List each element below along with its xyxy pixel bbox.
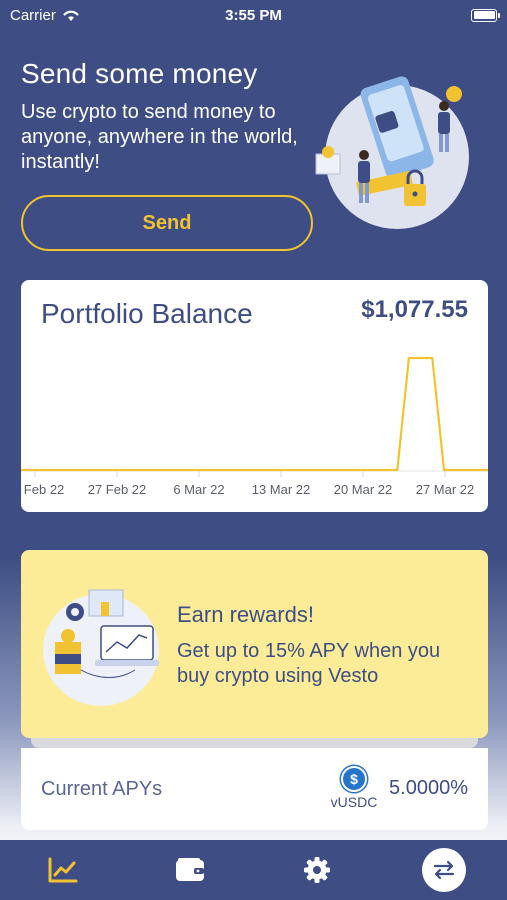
swap-button[interactable] (421, 848, 466, 892)
apy-row[interactable]: Current APYs $ vUSDC 5.0000% (21, 748, 488, 830)
send-button[interactable]: Send (21, 195, 313, 251)
apy-value: 5.0000% (389, 777, 468, 799)
tab-settings[interactable] (287, 845, 347, 895)
x-tick-label: 13 Mar 22 (252, 482, 311, 497)
coin-badge: $ vUSDC (329, 766, 379, 810)
tab-wallet[interactable] (160, 845, 220, 895)
x-tick-label: 6 Mar 22 (173, 482, 224, 497)
chart-icon (48, 857, 78, 883)
portfolio-balance: $1,077.55 (361, 296, 468, 323)
portfolio-chart: 20 Feb 22 27 Feb 22 6 Mar 22 13 Mar 22 20 Ma… (21, 356, 488, 497)
rewards-subtitle: Get up to 15% APY when you buy crypto us… (177, 640, 441, 687)
x-tick-label: 20 Mar 22 (334, 482, 393, 497)
x-tick-label: 27 Mar 22 (416, 482, 475, 497)
apy-label: Current APYs (41, 778, 163, 800)
rewards-section: Earn rewards! Get up to 15% APY when you… (21, 550, 488, 830)
coin-name: vUSDC (330, 794, 378, 810)
tab-bar (0, 840, 507, 900)
portfolio-card[interactable]: Portfolio Balance $1,077.55 20 Feb 22 27 … (21, 280, 488, 512)
rewards-title: Earn rewards! (177, 602, 314, 627)
status-time: 3:55 PM (225, 6, 282, 24)
hero-subtitle: Use crypto to send money to anyone, anyw… (21, 101, 298, 173)
tab-swap[interactable] (414, 845, 474, 895)
rewards-card[interactable]: Earn rewards! Get up to 15% APY when you… (21, 550, 488, 738)
portfolio-title: Portfolio Balance (41, 298, 253, 329)
battery-icon (471, 8, 500, 22)
portfolio-series-line (21, 356, 488, 472)
wallet-icon (176, 858, 205, 881)
x-tick-label: 20 Feb 22 (21, 482, 64, 497)
x-tick-label: 27 Feb 22 (88, 482, 147, 497)
rewards-illustration (43, 589, 159, 706)
tab-portfolio[interactable] (33, 845, 93, 895)
hero-title: Send some money (21, 58, 258, 89)
usdc-coin-icon: $ (341, 766, 367, 792)
status-bar: Carrier 3:55 PM (0, 0, 507, 30)
swap-icon (433, 860, 454, 880)
gear-icon (303, 857, 330, 883)
send-money-illustration (315, 76, 469, 229)
